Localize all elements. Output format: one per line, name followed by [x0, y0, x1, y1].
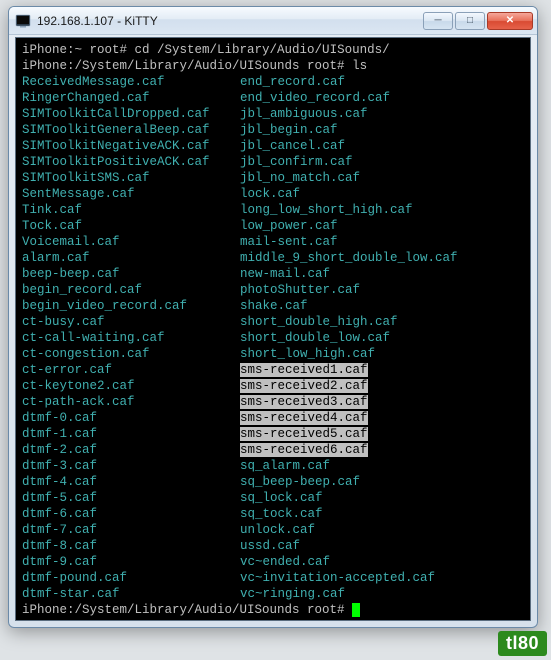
- terminal-pane[interactable]: iPhone:~ root# cd /System/Library/Audio/…: [15, 37, 531, 621]
- file-name: dtmf-7.caf: [22, 522, 240, 538]
- prompt-line: iPhone:/System/Library/Audio/UISounds ro…: [22, 58, 524, 74]
- file-name: new-mail.caf: [240, 266, 524, 282]
- file-name: middle_9_short_double_low.caf: [240, 250, 524, 266]
- file-name: sq_beep-beep.caf: [240, 474, 524, 490]
- file-name: jbl_confirm.caf: [240, 154, 524, 170]
- file-name: Voicemail.caf: [22, 234, 240, 250]
- file-name: ussd.caf: [240, 538, 524, 554]
- file-name: dtmf-9.caf: [22, 554, 240, 570]
- window-title: 192.168.1.107 - KiTTY: [37, 14, 421, 28]
- file-name: ct-busy.caf: [22, 314, 240, 330]
- file-name: SIMToolkitPositiveACK.caf: [22, 154, 240, 170]
- file-name: alarm.caf: [22, 250, 240, 266]
- file-name: jbl_begin.caf: [240, 122, 524, 138]
- file-name: SIMToolkitCallDropped.caf: [22, 106, 240, 122]
- file-name: dtmf-star.caf: [22, 586, 240, 602]
- file-name: sms-received1.caf: [240, 362, 524, 378]
- file-name: dtmf-pound.caf: [22, 570, 240, 586]
- cursor-block-icon: [352, 603, 360, 617]
- prompt-line-cursor: iPhone:/System/Library/Audio/UISounds ro…: [22, 602, 524, 618]
- window-controls: ─ □ ✕: [421, 12, 533, 30]
- file-name: vc~ringing.caf: [240, 586, 524, 602]
- titlebar[interactable]: 192.168.1.107 - KiTTY ─ □ ✕: [9, 7, 537, 35]
- file-name: dtmf-8.caf: [22, 538, 240, 554]
- file-name: ct-error.caf: [22, 362, 240, 378]
- file-name: SentMessage.caf: [22, 186, 240, 202]
- file-name: ct-keytone2.caf: [22, 378, 240, 394]
- file-name: short_low_high.caf: [240, 346, 524, 362]
- file-name: sms-received5.caf: [240, 426, 524, 442]
- file-name: long_low_short_high.caf: [240, 202, 524, 218]
- file-name: Tock.caf: [22, 218, 240, 234]
- prompt-line: iPhone:~ root# cd /System/Library/Audio/…: [22, 42, 524, 58]
- file-name: begin_record.caf: [22, 282, 240, 298]
- file-name: SIMToolkitGeneralBeep.caf: [22, 122, 240, 138]
- file-name: mail-sent.caf: [240, 234, 524, 250]
- file-name: sms-received6.caf: [240, 442, 524, 458]
- file-name: end_video_record.caf: [240, 90, 524, 106]
- file-name: sms-received3.caf: [240, 394, 524, 410]
- file-name: dtmf-2.caf: [22, 442, 240, 458]
- file-name: dtmf-6.caf: [22, 506, 240, 522]
- file-name: jbl_no_match.caf: [240, 170, 524, 186]
- file-name: ReceivedMessage.caf: [22, 74, 240, 90]
- file-name: ct-path-ack.caf: [22, 394, 240, 410]
- file-name: dtmf-3.caf: [22, 458, 240, 474]
- file-name: low_power.caf: [240, 218, 524, 234]
- terminal-window: 192.168.1.107 - KiTTY ─ □ ✕ iPhone:~ roo…: [8, 6, 538, 628]
- file-name: Tink.caf: [22, 202, 240, 218]
- file-name: lock.caf: [240, 186, 524, 202]
- file-name: beep-beep.caf: [22, 266, 240, 282]
- file-name: short_double_high.caf: [240, 314, 524, 330]
- ls-output: ReceivedMessage.cafRingerChanged.cafSIMT…: [22, 74, 524, 602]
- file-name: short_double_low.caf: [240, 330, 524, 346]
- file-name: RingerChanged.caf: [22, 90, 240, 106]
- file-name: begin_video_record.caf: [22, 298, 240, 314]
- file-name: dtmf-0.caf: [22, 410, 240, 426]
- file-name: ct-call-waiting.caf: [22, 330, 240, 346]
- app-icon: [15, 13, 31, 29]
- file-name: jbl_cancel.caf: [240, 138, 524, 154]
- file-name: SIMToolkitSMS.caf: [22, 170, 240, 186]
- file-name: photoShutter.caf: [240, 282, 524, 298]
- file-name: sms-received2.caf: [240, 378, 524, 394]
- file-name: dtmf-5.caf: [22, 490, 240, 506]
- file-name: dtmf-4.caf: [22, 474, 240, 490]
- file-name: jbl_ambiguous.caf: [240, 106, 524, 122]
- file-name: sq_alarm.caf: [240, 458, 524, 474]
- file-name: sq_tock.caf: [240, 506, 524, 522]
- file-name: sq_lock.caf: [240, 490, 524, 506]
- file-name: unlock.caf: [240, 522, 524, 538]
- file-name: ct-congestion.caf: [22, 346, 240, 362]
- file-name: shake.caf: [240, 298, 524, 314]
- file-name: vc~ended.caf: [240, 554, 524, 570]
- file-name: sms-received4.caf: [240, 410, 524, 426]
- file-name: vc~invitation-accepted.caf: [240, 570, 524, 586]
- file-name: dtmf-1.caf: [22, 426, 240, 442]
- file-name: end_record.caf: [240, 74, 524, 90]
- maximize-button[interactable]: □: [455, 12, 485, 30]
- watermark-badge: tl80: [498, 631, 547, 656]
- minimize-button[interactable]: ─: [423, 12, 453, 30]
- file-name: SIMToolkitNegativeACK.caf: [22, 138, 240, 154]
- close-button[interactable]: ✕: [487, 12, 533, 30]
